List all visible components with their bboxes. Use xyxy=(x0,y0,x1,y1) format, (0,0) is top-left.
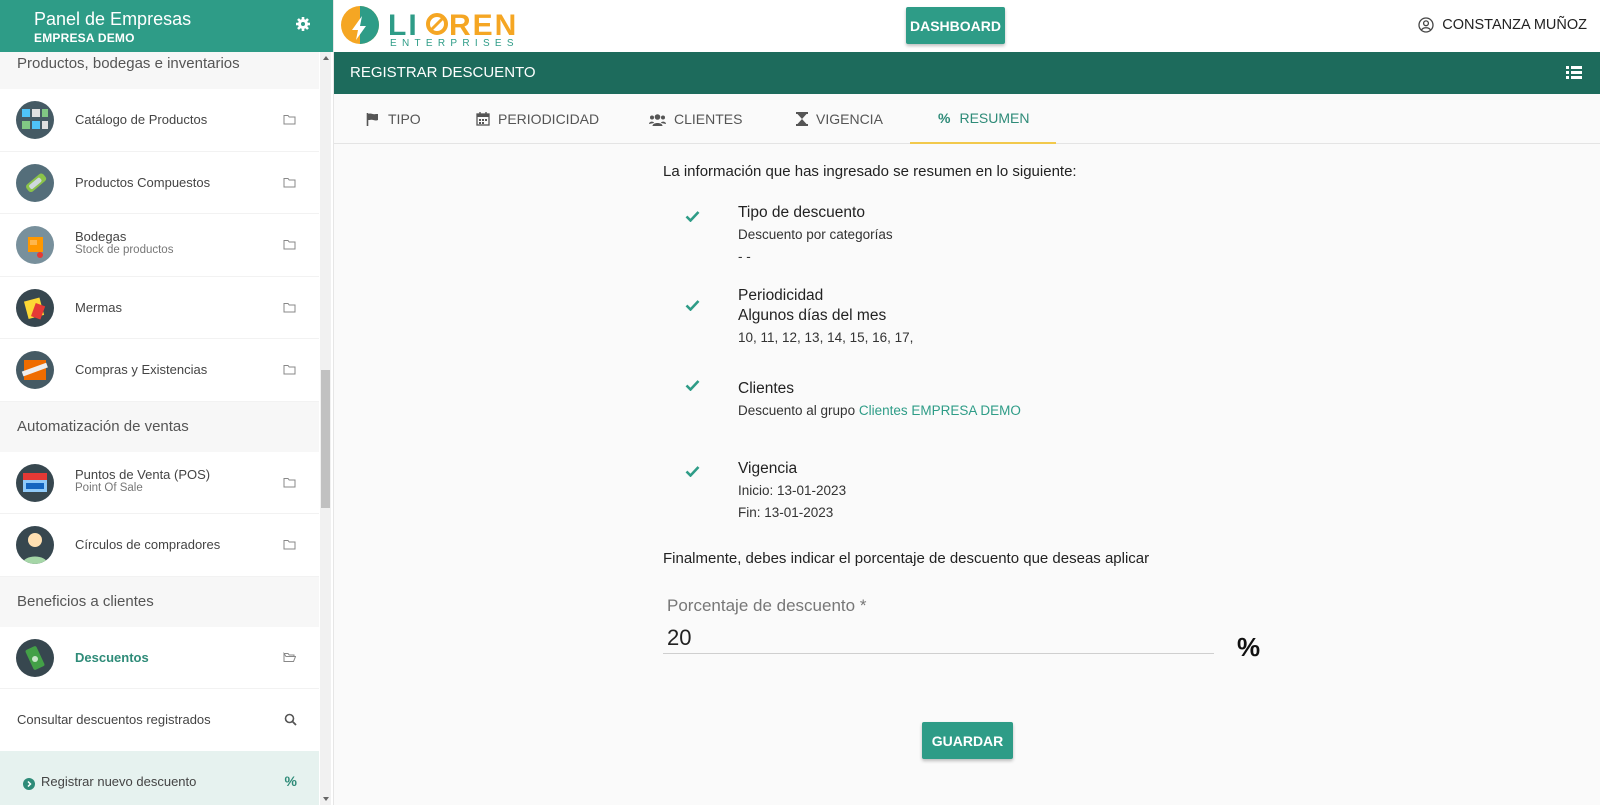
search-icon xyxy=(284,713,297,726)
sidebar-item-buyer-circles[interactable]: Círculos de compradores xyxy=(0,514,319,577)
discount-tag-avatar-icon xyxy=(16,638,54,677)
folder-icon xyxy=(283,115,296,125)
sidebar-title: Panel de Empresas xyxy=(34,9,192,29)
sidebar-item-shrinkage[interactable]: Mermas xyxy=(0,277,319,339)
section-benefits: Beneficios a clientes xyxy=(0,576,319,627)
sidebar-item-catalog[interactable]: Catálogo de Productos xyxy=(0,89,319,152)
sidebar-sub-consult-discounts[interactable]: Consultar descuentos registrados xyxy=(0,689,319,751)
sidebar-item-sublabel: Point Of Sale xyxy=(75,481,143,494)
tab-clientes[interactable]: CLIENTES xyxy=(647,94,744,144)
folder-icon xyxy=(283,365,296,375)
sidebar-item-label: Catálogo de Productos xyxy=(75,112,208,127)
check-icon xyxy=(685,211,700,222)
periodicidad-value: Algunos días del mes xyxy=(738,307,887,324)
sidebar-item-sublabel: Stock de productos xyxy=(75,244,174,256)
summary-intro: La información que has ingresado se resu… xyxy=(663,163,1077,180)
sidebar-item-discounts[interactable]: Descuentos xyxy=(0,627,319,689)
final-instruction: Finalmente, debes indicar el porcentaje … xyxy=(663,550,1150,567)
shrinkage-avatar-icon xyxy=(16,288,54,327)
page-title: REGISTRAR DESCUENTO xyxy=(350,64,536,81)
folder-icon xyxy=(283,477,296,487)
users-icon xyxy=(649,113,666,126)
tab-periodicidad[interactable]: PERIODICIDAD xyxy=(474,94,601,144)
gear-icon[interactable] xyxy=(295,16,311,32)
percent-icon: % xyxy=(938,110,951,126)
discount-percentage-input[interactable] xyxy=(663,622,1214,654)
folder-icon xyxy=(283,540,296,550)
vigencia-heading: Vigencia xyxy=(738,460,798,477)
clientes-heading: Clientes xyxy=(738,380,794,397)
periodicidad-days: 10, 11, 12, 13, 14, 15, 16, 17, xyxy=(738,330,914,345)
tipo-value: Descuento por categorías xyxy=(738,227,893,242)
sidebar-header: Panel de Empresas EMPRESA DEMO xyxy=(0,0,333,52)
folder-icon xyxy=(283,177,296,187)
user-circle-icon xyxy=(1418,17,1434,33)
sidebar-scrollbar[interactable] xyxy=(320,52,331,805)
purchases-avatar-icon xyxy=(16,351,54,389)
check-icon xyxy=(685,300,700,311)
discount-percentage-label: Porcentaje de descuento * xyxy=(667,596,867,615)
save-button[interactable]: GUARDAR xyxy=(922,722,1013,759)
sidebar-item-label: Bodegas Stock de productos xyxy=(75,229,174,256)
folder-icon xyxy=(283,240,296,250)
folder-open-icon xyxy=(283,651,296,662)
tab-vigencia[interactable]: VIGENCIA xyxy=(794,94,885,144)
sidebar-item-label: Mermas xyxy=(75,299,122,315)
required-marker: * xyxy=(859,596,867,615)
flag-icon xyxy=(366,112,378,126)
svg-text:ENTERPRISES: ENTERPRISES xyxy=(390,38,519,49)
user-menu[interactable]: CONSTANZA MUÑOZ xyxy=(1418,17,1587,33)
folder-icon xyxy=(283,302,296,312)
tipo-heading: Tipo de descuento xyxy=(738,204,865,221)
section-products: Productos, bodegas e inventarios xyxy=(0,52,319,89)
sidebar-item-warehouses[interactable]: Bodegas Stock de productos xyxy=(0,214,319,277)
sidebar-sub-label: Consultar descuentos registrados xyxy=(17,712,211,727)
lioren-logo[interactable]: LI REN ENTERPRISES xyxy=(338,3,528,54)
wizard-tabs: TIPO PERIODICIDAD CLIENTES VIGENCIA % RE… xyxy=(334,94,1600,144)
sidebar-item-pos[interactable]: Puntos de Venta (POS) Point Of Sale xyxy=(0,452,319,514)
sidebar-item-composite-products[interactable]: Productos Compuestos xyxy=(0,152,319,214)
sidebar-sub-register-discount[interactable]: Registrar nuevo descuento % xyxy=(0,751,319,805)
user-name: CONSTANZA MUÑOZ xyxy=(1442,17,1587,33)
hourglass-icon xyxy=(796,112,808,126)
clientes-value: Descuento al grupo Clientes EMPRESA DEMO xyxy=(738,403,1021,418)
sidebar-menu: Productos, bodegas e inventarios Catálog… xyxy=(0,52,319,805)
vigencia-end: Fin: 13-01-2023 xyxy=(738,505,834,520)
sidebar-item-label: Descuentos xyxy=(75,649,149,665)
sidebar-item-label: Círculos de compradores xyxy=(75,537,221,552)
composite-avatar-icon xyxy=(16,163,54,202)
section-sales: Automatización de ventas xyxy=(0,401,319,452)
sidebar-item-label: Puntos de Venta (POS) Point Of Sale xyxy=(75,466,211,494)
sidebar-item-label: Compras y Existencias xyxy=(75,362,208,377)
percent-symbol: % xyxy=(1237,632,1261,662)
catalog-avatar-icon xyxy=(16,101,54,139)
tab-resumen[interactable]: % RESUMEN xyxy=(910,94,1056,144)
sidebar-item-label: Productos Compuestos xyxy=(75,174,211,190)
warehouse-avatar-icon xyxy=(16,226,54,264)
top-bar: LI REN ENTERPRISES DASHBOARD CONSTANZA M… xyxy=(334,0,1600,52)
chevron-right-circle-icon xyxy=(23,778,35,790)
scroll-down-arrow-icon[interactable] xyxy=(323,797,329,801)
check-icon xyxy=(685,380,700,391)
periodicidad-heading: Periodicidad xyxy=(738,287,824,304)
list-menu-icon[interactable] xyxy=(1566,66,1582,79)
sidebar-sub-label: Registrar nuevo descuento xyxy=(41,774,197,789)
percent-icon: % xyxy=(284,773,297,789)
sidebar: Panel de Empresas EMPRESA DEMO Productos… xyxy=(0,0,334,805)
calendar-icon xyxy=(476,112,490,126)
vigencia-start: Inicio: 13-01-2023 xyxy=(738,483,847,498)
page-title-bar: REGISTRAR DESCUENTO xyxy=(334,52,1600,94)
sidebar-item-purchases[interactable]: Compras y Existencias xyxy=(0,339,319,402)
dashboard-button[interactable]: DASHBOARD xyxy=(906,7,1005,44)
client-group-link[interactable]: Clientes EMPRESA DEMO xyxy=(859,403,1021,418)
tipo-detail: - - xyxy=(738,249,751,264)
pos-avatar-icon xyxy=(16,463,54,502)
tab-tipo[interactable]: TIPO xyxy=(364,94,423,144)
company-name: EMPRESA DEMO xyxy=(34,31,135,45)
check-icon xyxy=(685,466,700,477)
scroll-up-arrow-icon[interactable] xyxy=(323,56,329,60)
scrollbar-thumb[interactable] xyxy=(321,370,330,508)
buyer-circles-avatar-icon xyxy=(16,526,54,564)
